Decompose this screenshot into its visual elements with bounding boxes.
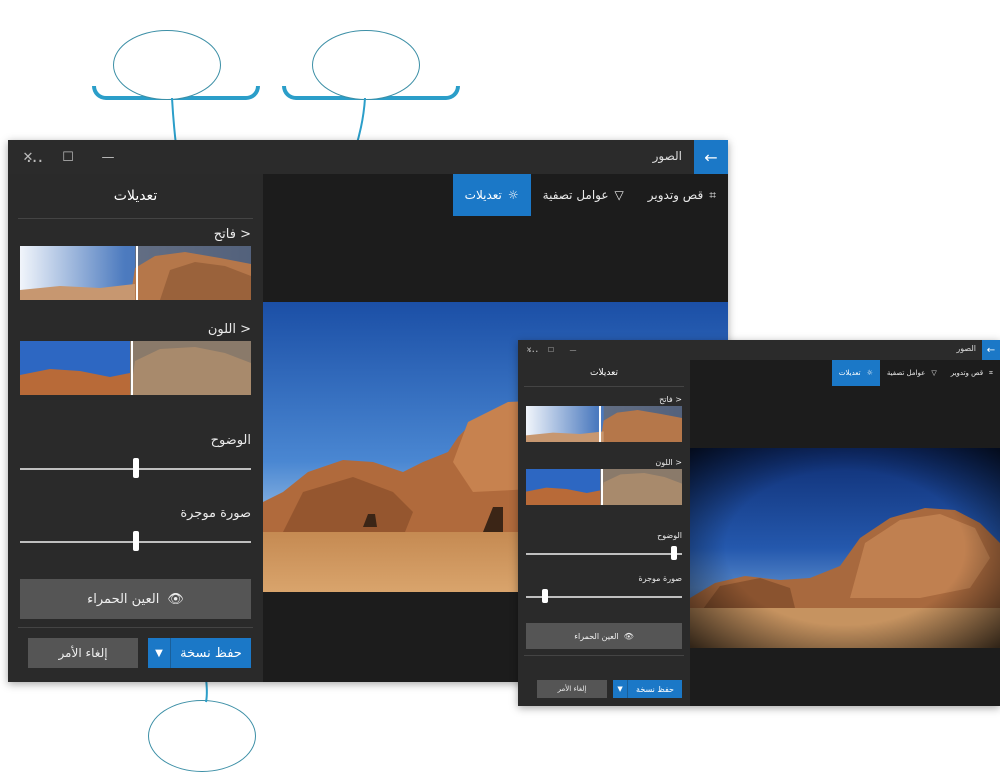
chevron-icon: < [240,322,251,337]
light-section-header[interactable]: < فاتح [518,391,690,406]
cancel-button[interactable]: إلغاء الأمر [537,680,607,698]
color-section-header[interactable]: < اللون [518,454,690,469]
filters-label: عوامل تصفية [542,188,609,202]
filter-icon: ▽ [931,369,937,377]
title-bar: ✕ ☐ — الصور ← [8,140,728,174]
color-thumbnail-image [20,341,251,395]
red-eye-button[interactable]: 👁 العين الحمراء [526,623,682,649]
tool-adjustments[interactable]: ☼ تعديلات [831,360,880,386]
light-thumbnail-image [526,406,682,442]
color-thumbnail-slider[interactable] [20,341,251,395]
divider [524,655,684,656]
adjust-panel: تعديلات < فاتح < اللون الوضوح صورة موجرة… [518,360,690,706]
slider-knob[interactable] [671,546,678,560]
crop-icon: ⌗ [709,187,716,202]
vignette-label: صورة موجرة [180,506,251,521]
vignette-slider[interactable] [526,589,682,603]
crop-label: قص وتدوير [647,188,704,202]
action-row: حفظ نسخة ▼ إلغاء الأمر [20,638,251,668]
action-row: حفظ نسخة ▼ إلغاء الأمر [526,680,682,698]
red-eye-button[interactable]: 👁 العين الحمراء [20,579,251,619]
eye-icon: 👁 [167,591,184,607]
maximize-icon[interactable]: ☐ [48,140,88,174]
minimize-icon[interactable]: — [562,340,584,360]
photo-preview [690,448,1000,648]
arrow-left-icon[interactable]: ← [982,340,1000,360]
adjust-panel: تعديلات < فاتح < اللون الوضوح صورة موجرة… [8,174,263,682]
title-bar: ✕ ☐ — الصور ← [518,340,1000,360]
chevron-icon: < [240,227,251,242]
adjust-label: تعديلات [838,369,861,377]
chevron-icon: < [675,395,682,404]
tool-filters[interactable]: ▽ عوامل تصفية [880,360,944,386]
edit-toolbar: ⌗ قص وتدوير ▽ عوامل تصفية ☼ تعديلات [263,174,728,216]
more-options-icon[interactable]: ... [528,342,539,355]
filter-icon: ▽ [614,188,624,202]
light-section-header[interactable]: < فاتح [8,219,263,246]
panel-title: تعديلات [113,188,158,204]
eye-icon: 👁 [623,631,634,641]
light-thumbnail-slider[interactable] [20,246,251,300]
clarity-slider[interactable] [20,458,251,478]
tool-crop-rotate[interactable]: ⌗ قص وتدوير [636,174,728,216]
sun-icon: ☼ [866,369,873,377]
filters-label: عوامل تصفية [886,369,926,377]
callout-circle-3 [148,700,256,772]
sun-icon: ☼ [507,188,519,202]
crop-icon: ⌗ [989,368,993,377]
tool-crop-rotate[interactable]: ⌗ قص وتدوير [944,360,1000,386]
callout-circle-2 [312,30,420,100]
color-thumbnail-image [526,469,682,505]
light-label: فاتح [213,227,236,242]
tool-adjustments[interactable]: ☼ تعديلات [452,174,531,216]
divider [524,386,684,387]
chevron-down-icon[interactable]: ▼ [148,638,171,668]
callout-circle-1 [113,30,221,100]
light-thumbnail-slider[interactable] [526,406,682,442]
slider-track [526,553,682,555]
clarity-slider[interactable] [526,546,682,560]
adjust-label: تعديلات [464,188,502,202]
color-label: اللون [655,458,673,467]
crop-label: قص وتدوير [950,369,984,377]
vignette-label: صورة موجرة [638,574,683,583]
arrow-left-icon[interactable]: ← [694,140,728,174]
slider-knob[interactable] [132,531,139,551]
light-label: فاتح [659,395,673,404]
color-section-header[interactable]: < اللون [8,314,263,341]
divider [18,627,253,628]
color-marker[interactable] [600,469,603,505]
vignette-slider[interactable] [20,531,251,551]
red-eye-label: العين الحمراء [574,631,619,641]
more-options-icon[interactable]: ... [26,146,43,167]
edit-toolbar: ⌗ قص وتدوير ▽ عوامل تصفية ☼ تعديلات [690,360,1000,386]
slider-track [526,596,682,598]
save-copy-button[interactable]: حفظ نسخة [171,638,251,668]
tool-filters[interactable]: ▽ عوامل تصفية [531,174,636,216]
color-marker[interactable] [130,341,133,395]
color-label: اللون [207,322,236,337]
chevron-icon: < [675,458,682,467]
minimize-icon[interactable]: — [88,140,128,174]
slider-knob[interactable] [541,589,548,603]
light-marker[interactable] [135,246,138,300]
panel-title: تعديلات [590,368,618,378]
cancel-button[interactable]: إلغاء الأمر [28,638,138,668]
chevron-down-icon[interactable]: ▼ [613,680,628,698]
app-title: الصور [956,344,976,353]
light-marker[interactable] [599,406,602,442]
red-eye-label: العين الحمراء [87,591,160,607]
save-copy-button[interactable]: حفظ نسخة [628,680,682,698]
color-thumbnail-slider[interactable] [526,469,682,505]
app-title: الصور [652,149,682,163]
clarity-label: الوضوح [657,531,682,540]
photos-window-preview: ✕ ☐ — الصور ← تعديلات < فاتح < اللون الو… [518,340,1000,706]
photo-image [690,448,1000,648]
slider-knob[interactable] [132,458,139,478]
clarity-label: الوضوح [210,433,251,448]
maximize-icon[interactable]: ☐ [540,340,562,360]
